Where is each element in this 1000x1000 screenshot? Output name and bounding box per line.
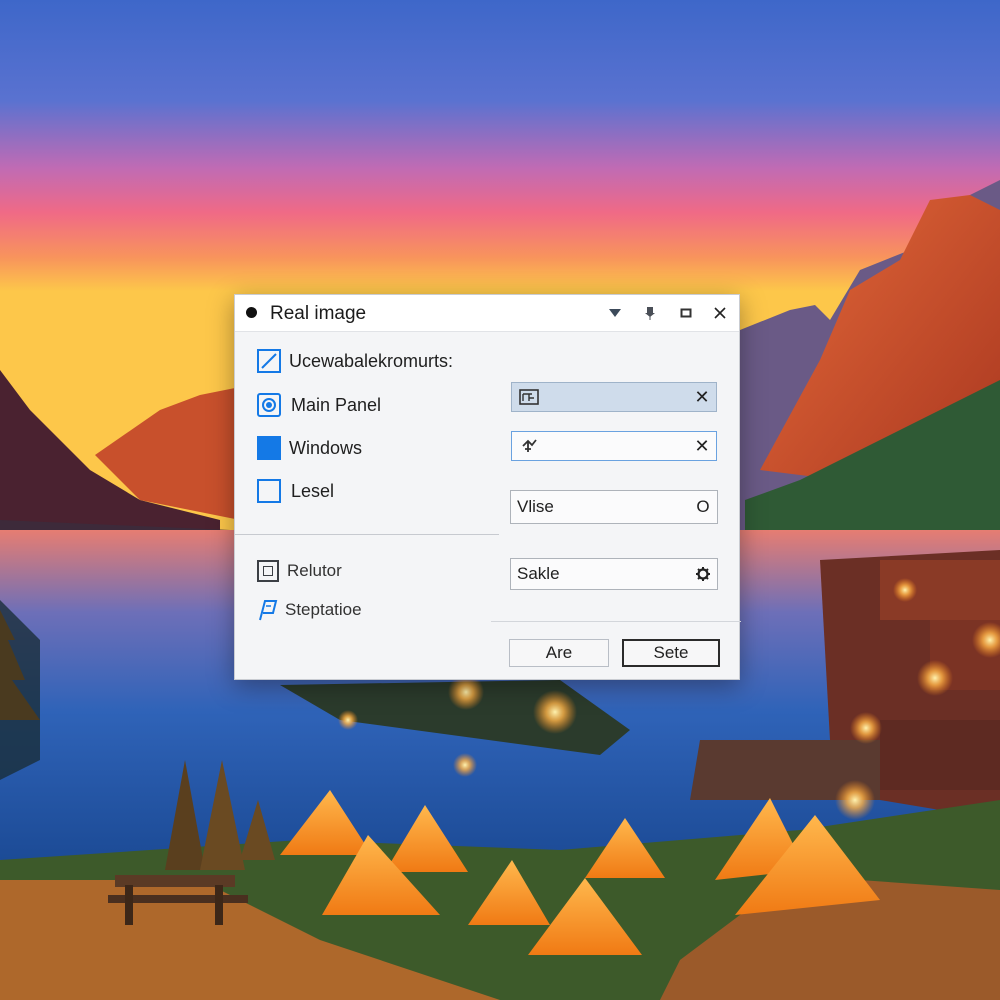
field-image[interactable]: ✕ [511,382,717,412]
flag-icon [257,598,281,622]
empty-square-icon [257,479,281,503]
sakle-input[interactable] [511,564,689,584]
radio-icon [257,393,281,417]
resize-icon [257,349,281,373]
vlise-input[interactable] [511,497,689,517]
chevron-down-icon[interactable] [603,301,627,325]
left-item-main-panel[interactable]: Main Panel [257,392,381,418]
divider [235,534,499,535]
dialog-window: Real image Ucewabalekromurts: Main Panel… [234,294,741,680]
pin-icon[interactable] [638,301,662,325]
clear-gear-button[interactable]: ✕ [688,432,716,460]
clear-image-button[interactable]: ✕ [688,383,716,411]
divider-right [491,621,741,622]
title-bar[interactable]: Real image [235,295,739,332]
close-icon[interactable] [708,301,732,325]
settings-icon[interactable] [689,560,717,588]
sete-button[interactable]: Sete [622,639,720,667]
gear-field-input[interactable] [542,436,688,456]
field-gear[interactable]: ✕ [511,431,717,461]
are-button[interactable]: Are [509,639,609,667]
left-item-ucewabalekromurts[interactable]: Ucewabalekromurts: [257,348,453,374]
filled-square-icon [257,436,281,460]
gear-icon [516,433,542,459]
image-icon [516,384,542,410]
left-item-relutor[interactable]: Relutor [257,558,342,584]
window-title: Real image [270,303,367,324]
left-item-lesel[interactable]: Lesel [257,478,334,504]
left-item-windows[interactable]: Windows [257,435,362,461]
field-sakle[interactable] [510,558,718,590]
app-dot-icon [246,307,257,318]
box-icon [257,560,279,582]
image-field-input[interactable] [542,387,688,407]
maximize-icon[interactable] [674,301,698,325]
vlise-option-button[interactable]: O [689,493,717,521]
field-vlise[interactable]: O [510,490,718,524]
left-item-steptatioe[interactable]: Steptatioe [257,597,362,623]
